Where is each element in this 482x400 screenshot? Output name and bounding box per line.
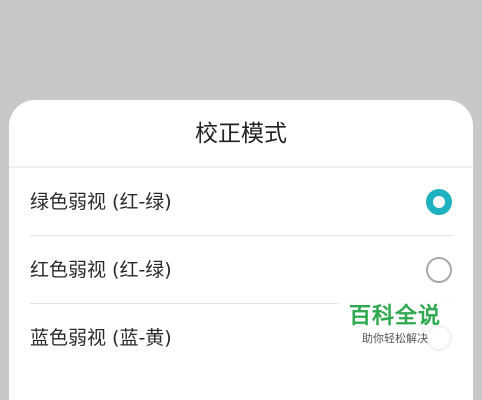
radio-unselected-icon[interactable] [426,257,452,283]
watermark-subtitle: 助你轻松解决 [362,332,428,345]
option-protanomaly[interactable]: 红色弱视 (红-绿) [30,236,452,304]
radio-selected-icon[interactable] [426,189,452,215]
watermark-title: 百科全说 [348,304,441,329]
option-label: 蓝色弱视 (蓝-黄) [30,327,172,349]
option-deuteranomaly[interactable]: 绿色弱视 (红-绿) [30,168,452,236]
option-label: 红色弱视 (红-绿) [30,259,172,281]
option-label: 绿色弱视 (红-绿) [30,191,172,213]
color-correction-dialog: 校正模式 绿色弱视 (红-绿) 红色弱视 (红-绿) 蓝色弱视 (蓝-黄) [9,100,473,400]
baike-watermark: 百科全说 助你轻松解决 [338,300,452,354]
dialog-title: 校正模式 [195,121,287,147]
